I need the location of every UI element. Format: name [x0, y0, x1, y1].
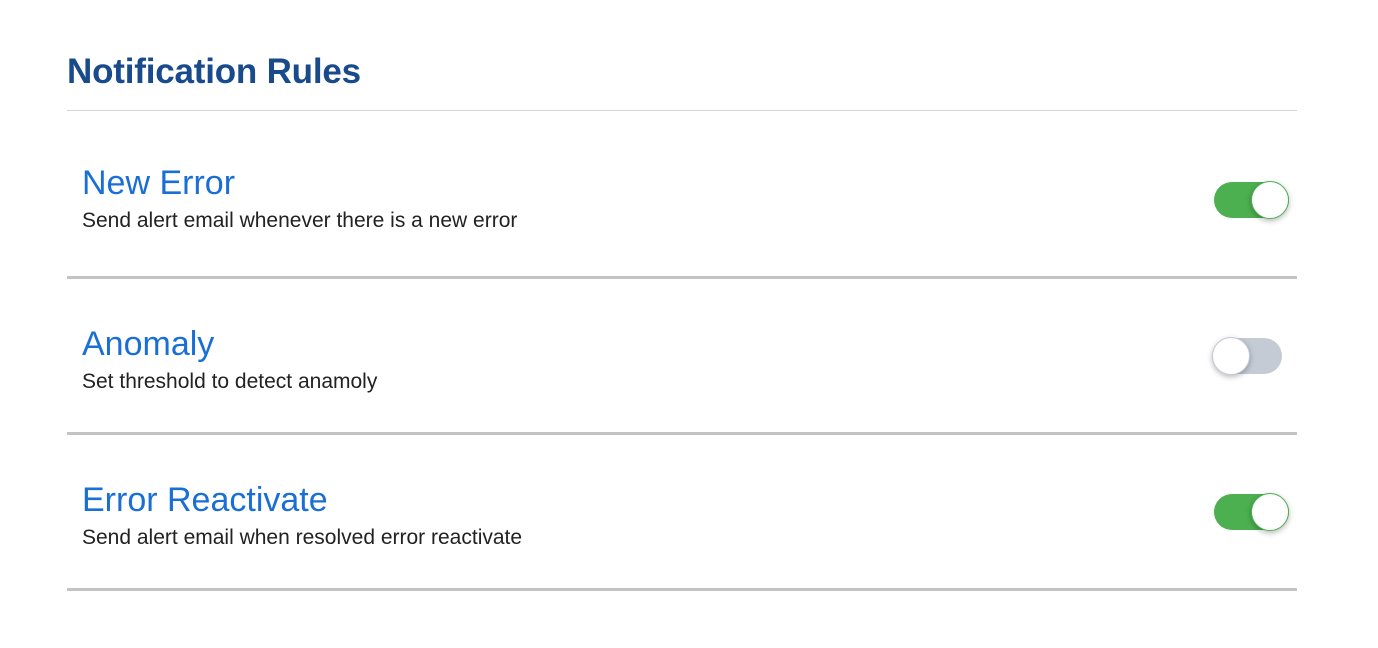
notification-rules-panel: Notification Rules New Error Send alert …: [67, 0, 1297, 591]
rule-name: Error Reactivate: [82, 481, 328, 519]
rule-description: Set threshold to detect anamoly: [82, 370, 378, 393]
rule-description: Send alert email whenever there is a new…: [82, 209, 518, 232]
toggle-knob: [1251, 493, 1289, 531]
toggle-knob: [1251, 181, 1289, 219]
rule-description: Send alert email when resolved error rea…: [82, 526, 523, 549]
rule-text: New Error Send alert email whenever ther…: [82, 163, 517, 236]
rule-text: Error Reactivate Send alert email when r…: [82, 480, 522, 553]
rule-row-error-reactivate: Error Reactivate Send alert email when r…: [67, 435, 1297, 591]
rule-text: Anomaly Set threshold to detect anamoly: [82, 324, 377, 397]
rule-row-anomaly: Anomaly Set threshold to detect anamoly: [67, 279, 1297, 435]
anomaly-toggle[interactable]: [1212, 337, 1282, 375]
rule-row-new-error: New Error Send alert email whenever ther…: [67, 111, 1297, 279]
rule-name: New Error: [82, 164, 236, 202]
new-error-toggle[interactable]: [1214, 181, 1289, 219]
rule-list: New Error Send alert email whenever ther…: [67, 111, 1297, 591]
rule-name: Anomaly: [82, 325, 215, 363]
page-title: Notification Rules: [67, 0, 1297, 111]
error-reactivate-toggle[interactable]: [1214, 493, 1289, 531]
toggle-knob: [1212, 337, 1250, 375]
